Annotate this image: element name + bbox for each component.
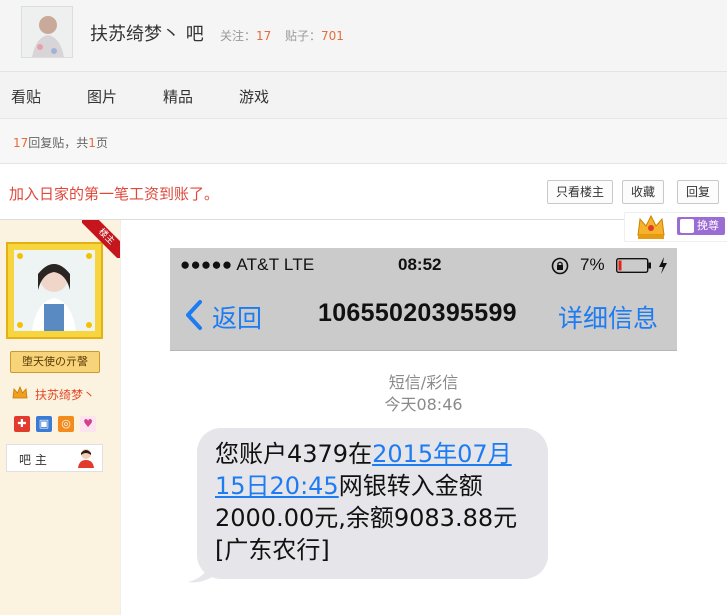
author-sidebar: 楼主 堕天使の亓謦 扶苏绮梦丶 ✚ ▣ ◎ ♥ 吧 主 bbox=[0, 220, 121, 615]
follow-count: 17 bbox=[256, 29, 272, 43]
thread-title: 加入日家的第一笔工资到账了。 bbox=[9, 185, 220, 203]
member-game-icon[interactable]: ▣ bbox=[36, 416, 52, 432]
sender-number: 10655020395599 bbox=[318, 299, 517, 327]
tab-games[interactable]: 游戏 bbox=[239, 86, 269, 107]
rotation-lock-icon bbox=[551, 257, 569, 275]
thumb-icon bbox=[680, 219, 694, 233]
sms-message-bubble: 您账户4379在2015年07月15日20:45网银转入金额2000.00元,余… bbox=[197, 428, 548, 579]
crown-icon bbox=[12, 386, 28, 399]
ios-nav-bar: 返回 10655020395599 详细信息 bbox=[170, 282, 677, 351]
forum-name[interactable]: 扶苏绮梦丶 吧 bbox=[90, 20, 204, 46]
tab-pictures[interactable]: 图片 bbox=[87, 86, 117, 107]
follow-label: 关注： bbox=[220, 29, 257, 43]
crown-medal-icon[interactable] bbox=[635, 213, 667, 241]
favorite-button[interactable]: 收藏 bbox=[622, 180, 665, 204]
battery-percent: 7% bbox=[580, 255, 605, 274]
tab-featured[interactable]: 精品 bbox=[163, 86, 193, 107]
member-swirl-icon[interactable]: ◎ bbox=[58, 416, 74, 432]
medal-area: 挽尊 bbox=[624, 212, 727, 242]
forum-owner-icon bbox=[78, 449, 94, 468]
posts-count: 701 bbox=[321, 29, 344, 43]
reply-summary-bar: 17回复贴，共1页 bbox=[0, 119, 727, 164]
details-button[interactable]: 详细信息 bbox=[558, 299, 658, 335]
reply-count: 17 bbox=[13, 136, 29, 150]
medal-support-label: 挽尊 bbox=[697, 219, 719, 232]
op-tag: 楼主 bbox=[82, 220, 120, 258]
author-title-badge[interactable]: 堕天使の亓謦 bbox=[10, 351, 100, 373]
op-only-button[interactable]: 只看楼主 bbox=[547, 180, 614, 204]
battery-icon bbox=[616, 258, 651, 273]
charging-icon bbox=[659, 257, 667, 274]
tab-view-posts[interactable]: 看贴 bbox=[11, 86, 41, 107]
author-name[interactable]: 扶苏绮梦丶 bbox=[35, 386, 95, 403]
forum-nav: 看贴 图片 精品 游戏 bbox=[0, 72, 727, 119]
back-button[interactable]: 返回 bbox=[212, 299, 262, 335]
carrier-signal: ●●●●● AT&T LTE bbox=[180, 255, 315, 274]
status-clock: 08:52 bbox=[398, 255, 442, 274]
page-label: 页 bbox=[95, 136, 108, 150]
ios-status-bar: ●●●●● AT&T LTE 08:52 7% bbox=[170, 248, 677, 282]
post-image-sms-screenshot: ●●●●● AT&T LTE 08:52 7% 返回 1065502039559… bbox=[170, 248, 677, 615]
reply-button[interactable]: 回复 bbox=[677, 180, 720, 204]
message-text-part1: 您账户4379在 bbox=[215, 440, 373, 468]
forum-header: 扶苏绮梦丶 吧 关注：17 贴子：701 bbox=[0, 0, 727, 72]
forum-owner-label: 吧 主 bbox=[19, 453, 47, 467]
member-plus-icon[interactable]: ✚ bbox=[14, 416, 30, 432]
back-chevron-icon[interactable] bbox=[184, 299, 204, 331]
member-heart-icon[interactable]: ♥ bbox=[80, 416, 96, 432]
message-timestamp: 今天08:46 bbox=[384, 395, 463, 414]
posts-stat: 贴子：701 bbox=[285, 27, 344, 44]
page-count: 1 bbox=[88, 136, 96, 150]
thread-title-bar: 加入日家的第一笔工资到账了。 只看楼主 收藏 回复 bbox=[0, 164, 727, 220]
reply-label: 回复贴，共 bbox=[28, 136, 89, 150]
sms-message-text: 您账户4379在2015年07月15日20:45网银转入金额2000.00元,余… bbox=[215, 438, 535, 566]
forum-avatar[interactable] bbox=[21, 6, 73, 58]
posts-label: 贴子： bbox=[285, 29, 322, 43]
forum-owner-box: 吧 主 bbox=[6, 444, 103, 472]
message-type-label: 短信/彩信 bbox=[388, 373, 459, 392]
medal-support-button[interactable]: 挽尊 bbox=[677, 217, 725, 235]
follow-stat: 关注：17 bbox=[220, 27, 271, 44]
op-ribbon: 楼主 bbox=[82, 220, 120, 258]
